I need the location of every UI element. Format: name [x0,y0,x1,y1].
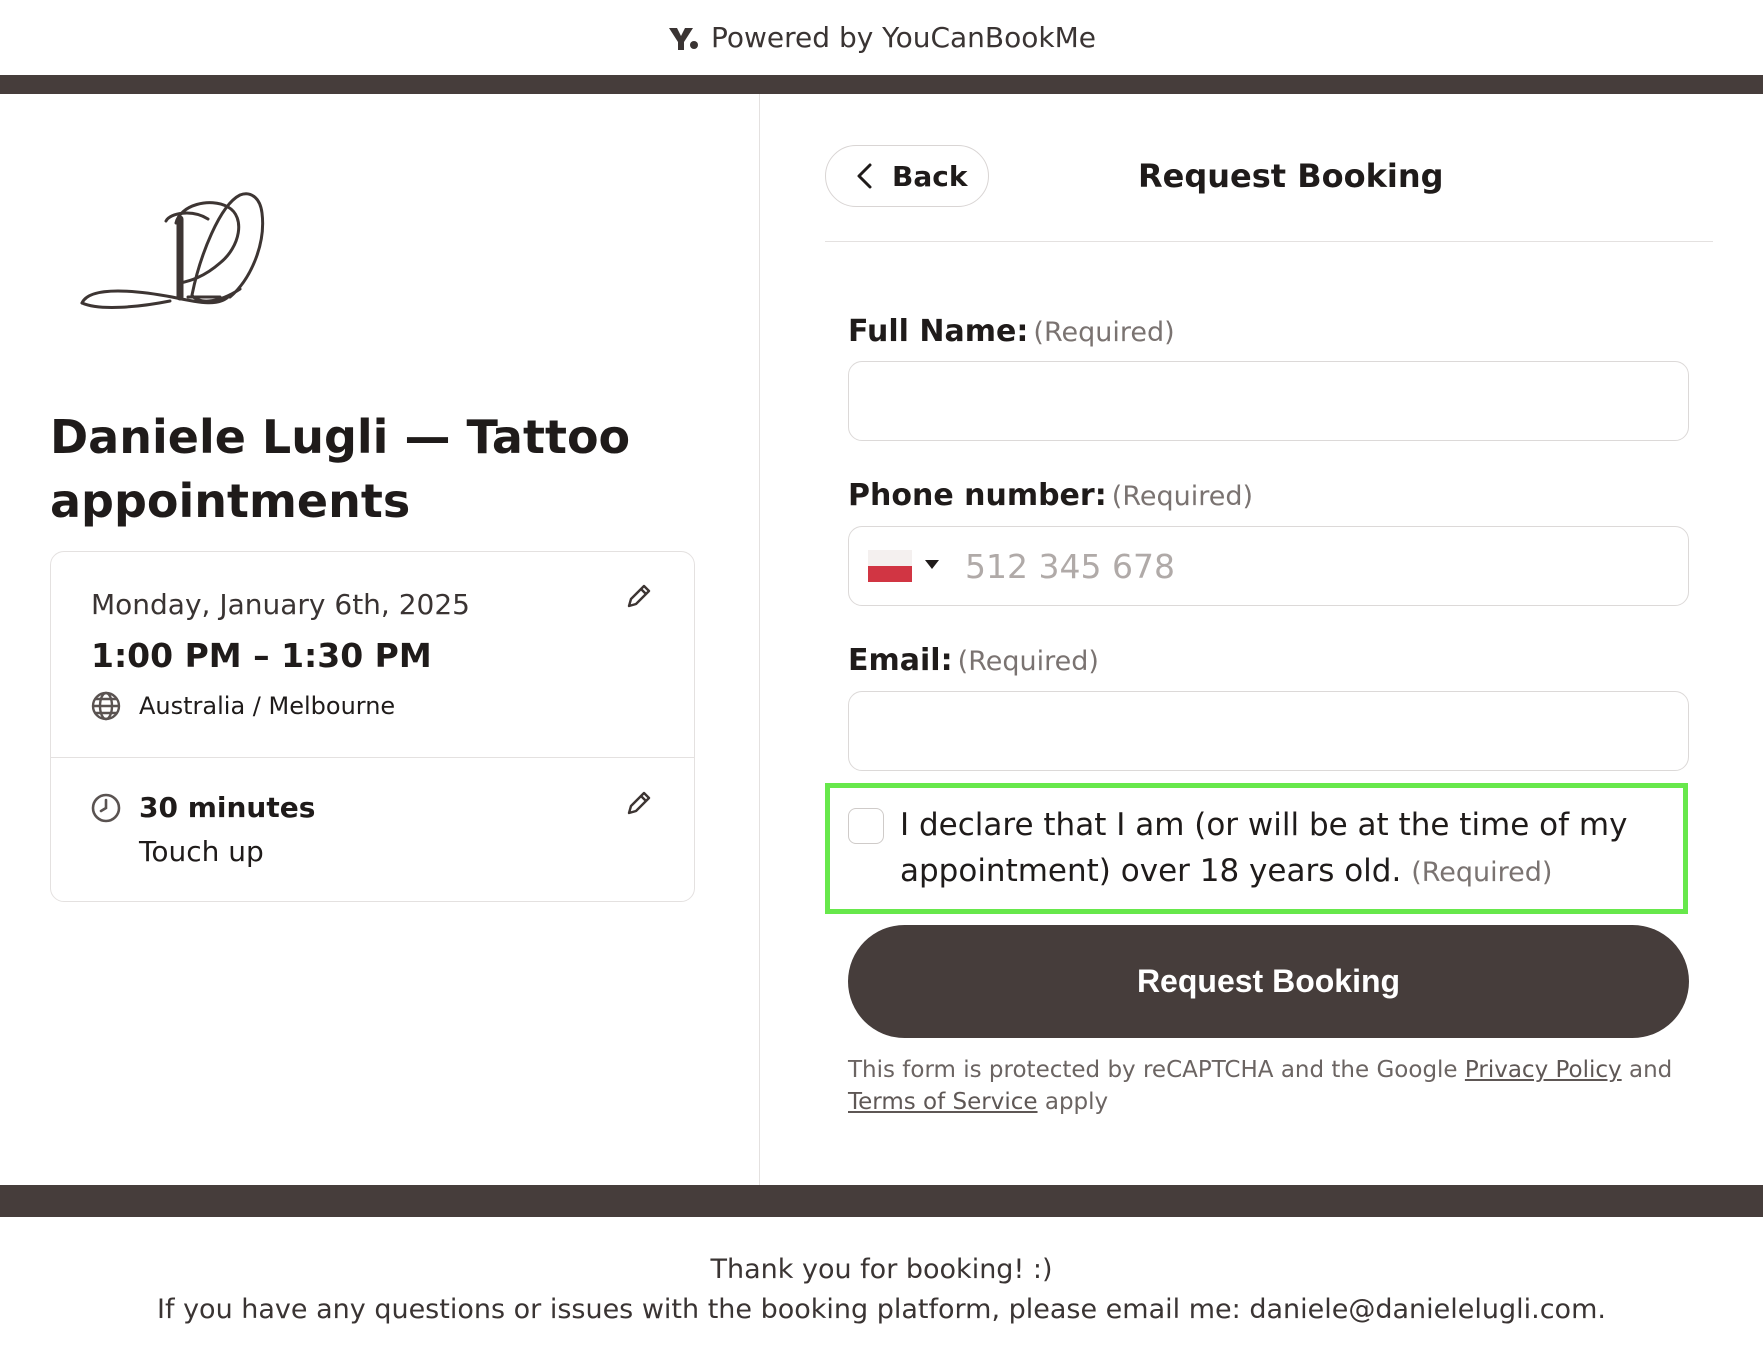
powered-by-banner[interactable]: Powered by YouCanBookMe [0,0,1763,75]
youcanbookme-logo-icon [669,27,698,50]
appointment-time: 1:00 PM – 1:30 PM [91,636,432,675]
legal-prefix: This form is protected by reCAPTCHA and … [848,1057,1458,1083]
required-hint: (Required) [1033,317,1175,348]
privacy-policy-link[interactable]: Privacy Policy [1465,1057,1622,1083]
card-divider [50,757,695,758]
powered-by-text: Powered by YouCanBookMe [711,21,1096,54]
phone-label: Phone number: (Required) [848,478,1253,513]
edit-pencil-icon[interactable] [624,581,654,611]
email-label: Email: (Required) [848,643,1099,678]
duration-label: 30 minutes [139,791,316,824]
footer-contact: If you have any questions or issues with… [157,1294,1606,1325]
back-button-label: Back [892,159,968,193]
full-name-label: Full Name: (Required) [848,314,1175,349]
legal-suffix: apply [1044,1089,1109,1115]
top-divider-band [0,75,1763,94]
phone-label-text: Phone number: [848,478,1107,513]
request-booking-button[interactable]: Request Booking [848,925,1689,1038]
required-hint: (Required) [1411,857,1553,888]
phone-input[interactable] [949,527,1679,605]
chevron-left-icon [857,163,872,189]
timezone-label: Australia / Melbourne [139,692,396,720]
age-consent-label[interactable]: I declare that I am (or will be at the t… [900,802,1660,896]
email-label-text: Email: [848,643,953,678]
terms-of-service-link[interactable]: Terms of Service [848,1089,1038,1115]
form-heading: Request Booking [1138,157,1444,195]
full-name-input[interactable] [848,361,1689,441]
footer-message: Thank you for booking! :) If you have an… [0,1250,1763,1330]
footer-thanks: Thank you for booking! :) [710,1254,1053,1285]
panel-divider [759,94,760,1185]
age-consent-checkbox[interactable] [848,808,884,844]
legal-and: and [1628,1057,1673,1083]
required-hint: (Required) [957,646,1099,677]
page-title: Daniele Lugli — Tattoo appointments [50,410,631,528]
email-input[interactable] [848,691,1689,771]
bottom-divider-band [0,1185,1763,1217]
required-hint: (Required) [1111,481,1254,512]
phone-field [848,526,1689,606]
appointment-date: Monday, January 6th, 2025 [91,588,470,621]
recaptcha-notice: This form is protected by reCAPTCHA and … [848,1054,1718,1118]
flag-icon[interactable] [868,550,912,582]
clock-icon [91,793,121,823]
service-name: Touch up [139,835,264,868]
dl-monogram-logo [80,192,265,309]
globe-icon [91,691,121,721]
header-divider [825,241,1713,242]
edit-pencil-icon[interactable] [624,788,654,818]
back-button[interactable]: Back [825,145,989,207]
full-name-label-text: Full Name: [848,314,1029,349]
country-dropdown-caret[interactable] [925,560,939,569]
